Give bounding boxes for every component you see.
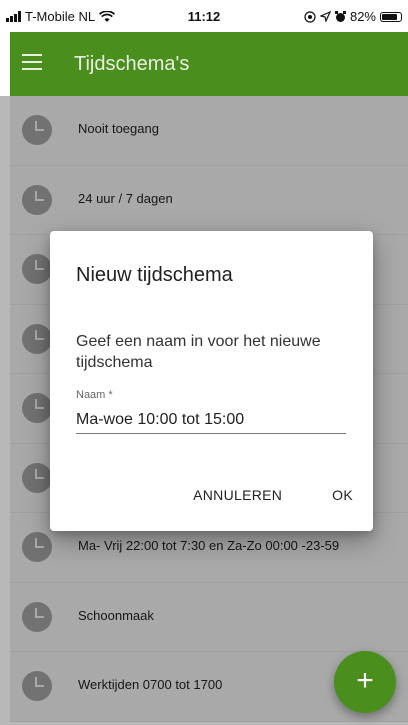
new-schedule-dialog: Nieuw tijdschema Geef een naam in voor h… xyxy=(50,231,373,531)
status-right: 82% xyxy=(304,9,402,24)
dialog-actions: ANNULEREN OK xyxy=(193,487,353,503)
ok-button[interactable]: OK xyxy=(332,487,353,503)
page-title: Tijdschema's xyxy=(74,53,190,75)
battery-icon xyxy=(380,11,402,22)
dialog-title: Nieuw tijdschema xyxy=(76,264,233,286)
status-bar: T-Mobile NL 11:12 82% xyxy=(0,0,408,32)
location-icon xyxy=(304,10,316,23)
dialog-message: Geef een naam in voor het nieuwe tijdsch… xyxy=(76,333,321,371)
menu-icon[interactable] xyxy=(22,54,42,70)
alarm-icon xyxy=(334,10,346,22)
name-field-label: Naam * xyxy=(76,389,113,401)
plus-icon: + xyxy=(356,664,374,697)
add-schedule-button[interactable]: + xyxy=(334,651,396,713)
app-bar: Tijdschema's xyxy=(10,32,408,96)
navigation-arrow-icon xyxy=(319,11,331,22)
battery-percentage: 82% xyxy=(349,9,376,24)
name-input[interactable] xyxy=(76,407,346,434)
cancel-button[interactable]: ANNULEREN xyxy=(193,487,282,503)
